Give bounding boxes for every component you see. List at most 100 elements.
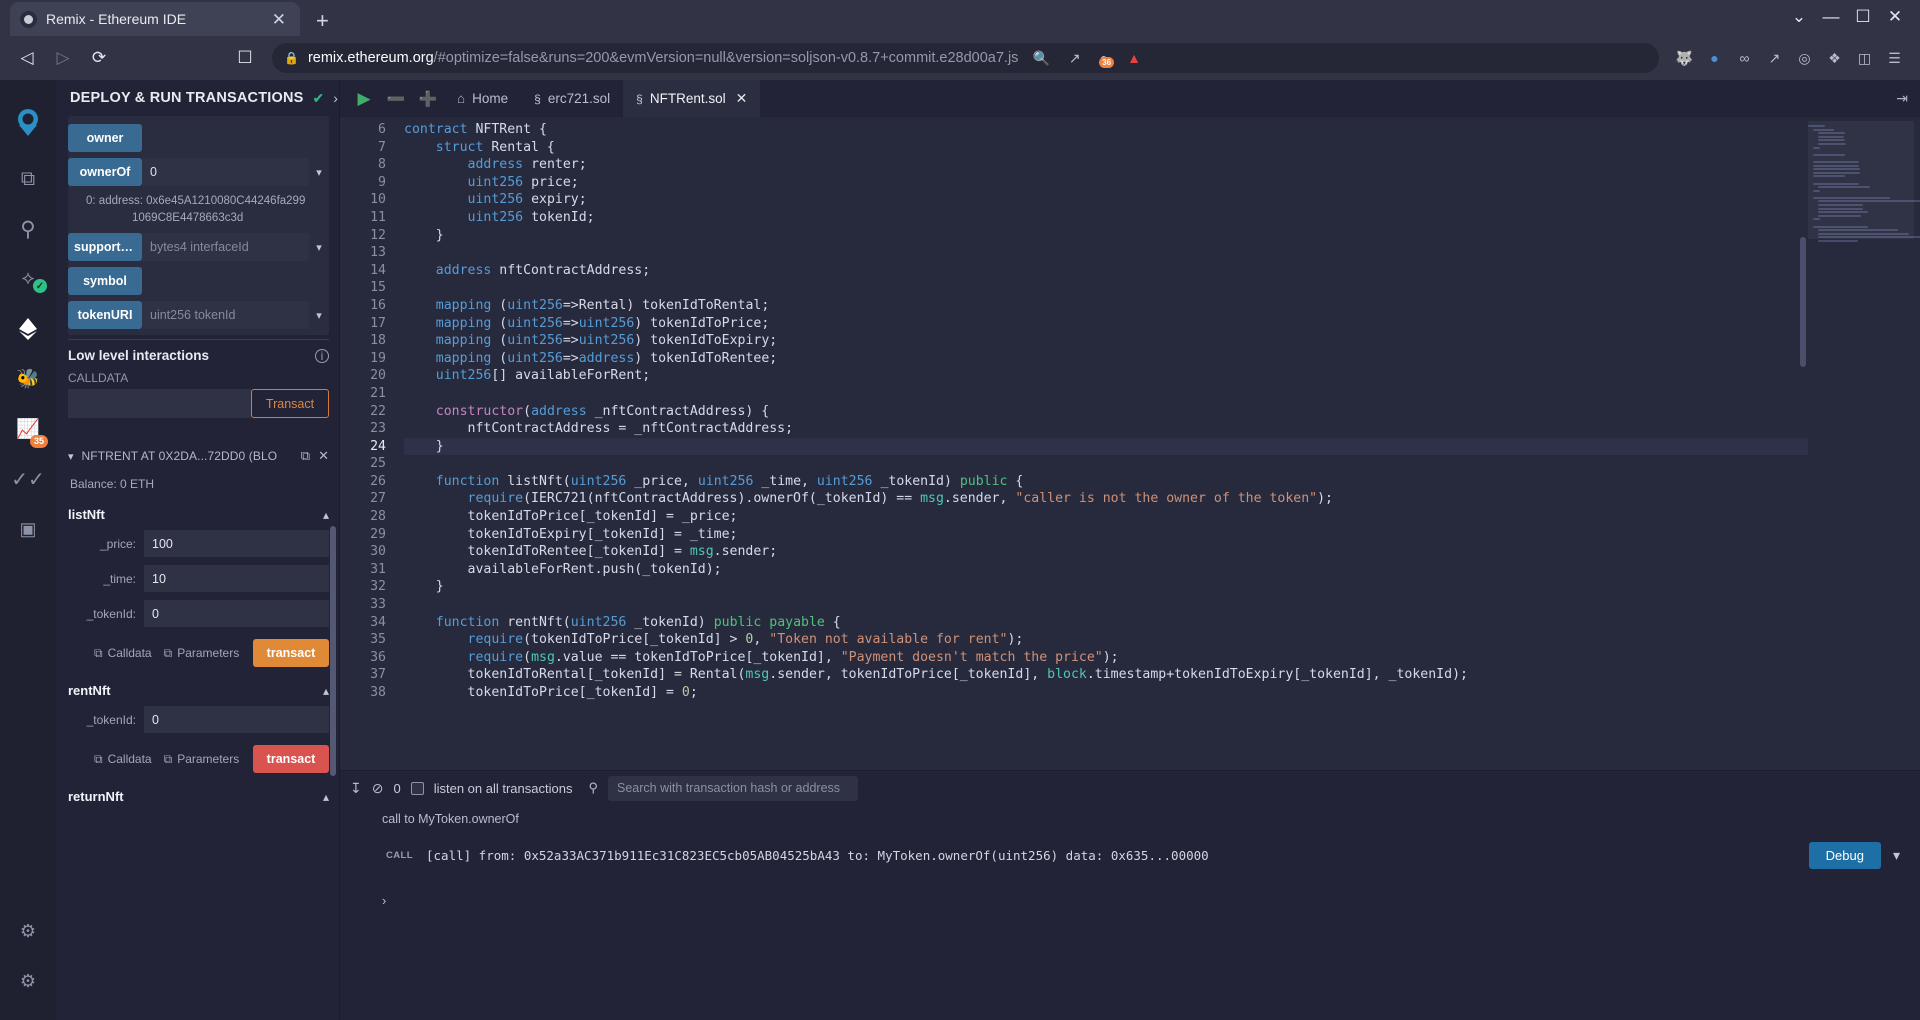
close-icon[interactable]: ✕ bbox=[736, 90, 748, 107]
code-line[interactable]: mapping (uint256=>Rental) tokenIdToRenta… bbox=[404, 297, 1808, 315]
param-input-price[interactable] bbox=[144, 530, 329, 558]
code-line[interactable]: contract NFTRent { bbox=[404, 121, 1808, 139]
maximize-window-button[interactable]: ☐ bbox=[1848, 2, 1878, 32]
run-icon[interactable]: ▶ bbox=[348, 83, 380, 115]
copy-icon[interactable]: ⧉ bbox=[301, 448, 310, 464]
expand-editor-icon[interactable]: ⇥ bbox=[1896, 90, 1920, 107]
tab-home[interactable]: ⌂ Home bbox=[444, 80, 521, 117]
listen-checkbox[interactable] bbox=[410, 781, 424, 795]
code-line[interactable]: uint256[] availableForRent; bbox=[404, 367, 1808, 385]
code-line[interactable]: tokenIdToRental[_tokenId] = Rental(msg.s… bbox=[404, 666, 1808, 684]
code-lines[interactable]: contract NFTRent { struct Rental { addre… bbox=[396, 117, 1808, 770]
code-line[interactable]: } bbox=[404, 437, 1808, 456]
code-line[interactable]: availableForRent.push(_tokenId); bbox=[404, 561, 1808, 579]
method-header[interactable]: listNft ▴ bbox=[68, 507, 329, 522]
supportsInterface-button[interactable]: supportsIn... bbox=[68, 233, 142, 262]
code-line[interactable] bbox=[404, 279, 1808, 297]
editor-content[interactable]: 6 7 8 9 10 11 12 13 14 15 16 17 18 19 20 21 22 23 24 25 26 27… bbox=[340, 117, 1808, 770]
reload-button[interactable]: ⟳ bbox=[84, 43, 114, 73]
bookmark-icon[interactable]: ☐ bbox=[230, 43, 260, 73]
remix-logo[interactable] bbox=[0, 92, 56, 154]
chevron-down-icon[interactable]: ▾ bbox=[309, 166, 329, 179]
code-line[interactable]: mapping (uint256=>address) tokenIdToRent… bbox=[404, 350, 1808, 368]
chevron-up-icon[interactable]: ▴ bbox=[323, 684, 329, 698]
tab-erc721[interactable]: § erc721.sol bbox=[521, 80, 623, 117]
tab-NFTRent[interactable]: § NFTRent.sol ✕ bbox=[623, 80, 761, 117]
code-line[interactable]: } bbox=[404, 227, 1808, 245]
avalanche-extension-icon[interactable]: ▲ bbox=[1122, 50, 1146, 66]
code-line[interactable]: function listNft(uint256 _price, uint256… bbox=[404, 473, 1808, 491]
method-header[interactable]: rentNft ▴ bbox=[68, 683, 329, 698]
chevron-down-icon[interactable]: ▾ bbox=[68, 450, 74, 463]
code-line[interactable]: require(tokenIdToPrice[_tokenId] > 0, "T… bbox=[404, 631, 1808, 649]
ownerOf-button[interactable]: ownerOf bbox=[68, 158, 142, 186]
chevron-down-icon[interactable]: ⌄ bbox=[1784, 2, 1814, 32]
sidebar-item-plugin-manager[interactable]: ▣ bbox=[0, 504, 56, 554]
share-icon[interactable]: ↗ bbox=[1064, 50, 1086, 67]
code-line[interactable]: uint256 tokenId; bbox=[404, 209, 1808, 227]
code-line[interactable]: require(IERC721(nftContractAddress).owne… bbox=[404, 490, 1808, 508]
code-line[interactable] bbox=[404, 455, 1808, 473]
code-line[interactable]: mapping (uint256=>uint256) tokenIdToExpi… bbox=[404, 332, 1808, 350]
code-line[interactable]: address nftContractAddress; bbox=[404, 262, 1808, 280]
info-icon[interactable]: i bbox=[315, 348, 329, 363]
param-input-tokenId[interactable] bbox=[144, 706, 329, 734]
tokenURI-button[interactable]: tokenURI bbox=[68, 301, 142, 330]
terminal-prompt[interactable]: › bbox=[380, 875, 1906, 908]
copy-parameters-button[interactable]: ⧉ Parameters bbox=[164, 646, 240, 661]
copy-parameters-button[interactable]: ⧉ Parameters bbox=[164, 752, 240, 767]
param-input-time[interactable] bbox=[144, 565, 329, 593]
calldata-input[interactable] bbox=[68, 389, 251, 419]
chevron-down-icon[interactable]: ▾ bbox=[309, 309, 329, 322]
chevron-up-icon[interactable]: ▴ bbox=[323, 508, 329, 522]
circle-blue-icon[interactable]: ● bbox=[1701, 45, 1728, 72]
listNft-transact-button[interactable]: transact bbox=[253, 639, 329, 668]
chevron-right-icon[interactable]: › bbox=[333, 90, 338, 106]
code-line[interactable]: address renter; bbox=[404, 156, 1808, 174]
close-window-button[interactable]: ✕ bbox=[1880, 2, 1910, 32]
code-line[interactable]: nftContractAddress = _nftContractAddress… bbox=[404, 420, 1808, 438]
code-line[interactable]: struct Rental { bbox=[404, 139, 1808, 157]
url-bar[interactable]: 🔒 remix.ethereum.org/#optimize=false&run… bbox=[272, 43, 1659, 73]
symbol-button[interactable]: symbol bbox=[68, 267, 142, 296]
fox-icon[interactable]: 🐺 bbox=[1671, 45, 1698, 72]
editor-scrollbar[interactable] bbox=[1800, 237, 1806, 367]
ownerOf-input[interactable] bbox=[142, 158, 309, 186]
code-line[interactable]: } bbox=[404, 578, 1808, 596]
code-line[interactable] bbox=[404, 596, 1808, 614]
sidebar-item-plugin[interactable]: ⚙ bbox=[0, 906, 56, 956]
glasses-icon[interactable]: ◎ bbox=[1791, 45, 1818, 72]
low-level-transact-button[interactable]: Transact bbox=[251, 389, 329, 419]
minimap-slider[interactable] bbox=[1808, 121, 1914, 239]
code-line[interactable] bbox=[404, 385, 1808, 403]
code-line[interactable]: tokenIdToRentee[_tokenId] = msg.sender; bbox=[404, 543, 1808, 561]
zoom-out-icon[interactable]: ➖ bbox=[380, 83, 412, 115]
minimize-window-button[interactable]: — bbox=[1816, 2, 1846, 32]
forward-button[interactable]: ▷ bbox=[48, 43, 78, 73]
sidebar-item-analysis[interactable]: 📈 35 bbox=[0, 404, 56, 454]
chevron-up-icon[interactable]: ▴ bbox=[323, 790, 329, 804]
code-line[interactable]: mapping (uint256=>uint256) tokenIdToPric… bbox=[404, 315, 1808, 333]
supportsInterface-input[interactable] bbox=[142, 233, 309, 262]
browser-menu-icon[interactable]: ☰ bbox=[1881, 45, 1908, 72]
code-line[interactable]: constructor(address _nftContractAddress)… bbox=[404, 403, 1808, 421]
close-icon[interactable]: ✕ bbox=[318, 448, 329, 464]
close-icon[interactable]: ✕ bbox=[268, 11, 290, 28]
sidebar-item-debugger[interactable]: 🐝 bbox=[0, 354, 56, 404]
sidebar-item-deploy-run[interactable] bbox=[0, 304, 56, 354]
search-input[interactable] bbox=[607, 775, 858, 801]
chevron-down-icon[interactable]: ▾ bbox=[309, 241, 329, 254]
transaction-row[interactable]: CALL [call] from: 0x52a33AC371b911Ec31C8… bbox=[380, 836, 1906, 875]
method-header[interactable]: returnNft ▴ bbox=[68, 789, 329, 804]
chart-icon[interactable]: ↗ bbox=[1761, 45, 1788, 72]
code-line[interactable]: require(msg.value == tokenIdToPrice[_tok… bbox=[404, 649, 1808, 667]
browser-tab[interactable]: Remix - Ethereum IDE ✕ bbox=[10, 2, 300, 36]
sidebar-icon[interactable]: ◫ bbox=[1851, 45, 1878, 72]
sidebar-item-testing[interactable]: ✓✓ bbox=[0, 454, 56, 504]
code-line[interactable]: tokenIdToPrice[_tokenId] = 0; bbox=[404, 684, 1808, 702]
debug-button[interactable]: Debug bbox=[1808, 842, 1881, 869]
zoom-in-icon[interactable]: ➕ bbox=[412, 83, 444, 115]
code-line[interactable]: uint256 expiry; bbox=[404, 191, 1808, 209]
sidebar-item-compiler[interactable]: ⟡ ✓ bbox=[0, 254, 56, 304]
panel-scrollbar[interactable] bbox=[330, 526, 336, 776]
